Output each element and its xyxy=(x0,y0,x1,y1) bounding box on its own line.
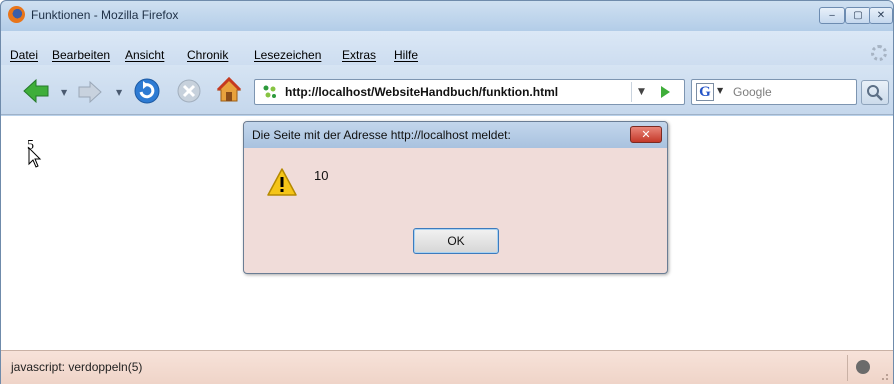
search-engine-dropdown-icon[interactable]: ▼ xyxy=(717,86,723,95)
status-text: javascript: verdoppeln(5) xyxy=(11,360,143,374)
menu-bearbeiten[interactable]: Bearbeiten xyxy=(52,48,110,62)
dialog-message: 10 xyxy=(314,168,329,183)
back-history-dropdown-icon[interactable]: ▼ xyxy=(61,88,67,97)
back-arrow-icon[interactable] xyxy=(22,78,50,104)
menu-lesezeichen[interactable]: Lesezeichen xyxy=(254,48,321,62)
maximize-button[interactable]: ▢ xyxy=(845,7,871,24)
menu-ansicht[interactable]: Ansicht xyxy=(125,48,164,62)
site-favicon-icon xyxy=(263,85,276,98)
throbber-icon xyxy=(871,45,887,61)
menu-chronik[interactable]: Chronik xyxy=(187,48,228,62)
search-bar[interactable]: G ▼ Google xyxy=(691,79,857,105)
forward-arrow-icon[interactable] xyxy=(77,80,103,104)
mouse-cursor-icon xyxy=(28,147,42,168)
status-indicator-icon[interactable] xyxy=(856,360,870,374)
browser-window: Funktionen - Mozilla Firefox ‒ ▢ ✕ Datei… xyxy=(0,0,894,384)
url-text[interactable]: http://localhost/WebsiteHandbuch/funktio… xyxy=(285,85,558,99)
go-arrow-icon[interactable] xyxy=(657,84,673,100)
status-divider xyxy=(847,355,848,381)
resize-grip-icon[interactable] xyxy=(877,369,889,381)
url-history-dropdown-icon[interactable]: ▼ xyxy=(631,82,651,102)
stop-icon[interactable] xyxy=(176,78,202,104)
window-title: Funktionen - Mozilla Firefox xyxy=(31,8,179,22)
reload-icon[interactable] xyxy=(133,77,161,105)
menu-hilfe[interactable]: Hilfe xyxy=(394,48,418,62)
alert-dialog: Die Seite mit der Adresse http://localho… xyxy=(243,121,668,274)
search-button[interactable] xyxy=(861,80,889,105)
address-bar[interactable]: http://localhost/WebsiteHandbuch/funktio… xyxy=(254,79,685,105)
menu-extras[interactable]: Extras xyxy=(342,48,376,62)
forward-history-dropdown-icon[interactable]: ▼ xyxy=(116,88,122,97)
menu-bar: Datei Bearbeiten Ansicht Chronik Lesezei… xyxy=(1,31,893,65)
firefox-logo-icon xyxy=(8,6,25,23)
warning-icon xyxy=(267,168,297,196)
dialog-close-button[interactable]: ✕ xyxy=(630,126,662,143)
minimize-button[interactable]: ‒ xyxy=(819,7,845,24)
dialog-title-bar: Die Seite mit der Adresse http://localho… xyxy=(244,122,667,148)
dialog-title: Die Seite mit der Adresse http://localho… xyxy=(252,128,511,142)
menu-datei[interactable]: Datei xyxy=(10,48,38,62)
home-icon[interactable] xyxy=(215,76,243,104)
ok-button[interactable]: OK xyxy=(413,228,499,254)
status-bar: javascript: verdoppeln(5) xyxy=(1,350,893,384)
magnifier-icon xyxy=(867,85,883,101)
search-input[interactable]: Google xyxy=(733,85,772,99)
close-window-button[interactable]: ✕ xyxy=(869,7,893,24)
title-bar: Funktionen - Mozilla Firefox ‒ ▢ ✕ xyxy=(1,1,893,31)
google-engine-icon[interactable]: G xyxy=(696,83,714,101)
